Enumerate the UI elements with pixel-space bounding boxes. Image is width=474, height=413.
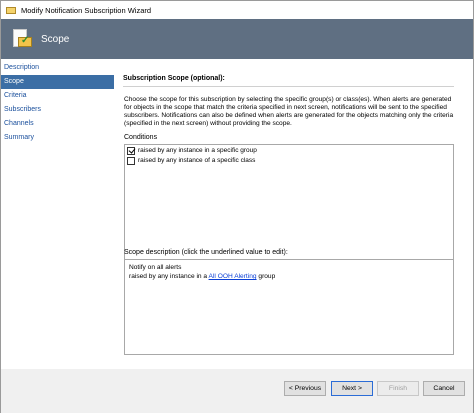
wizard-banner: ✓ Scope [1, 19, 473, 59]
scope-line-2: raised by any instance in a All OOH Aler… [129, 272, 449, 281]
wizard-steps-nav: Description Scope Criteria Subscribers C… [1, 59, 114, 369]
condition-class-checkbox[interactable] [127, 156, 135, 165]
nav-item-channels[interactable]: Channels [1, 117, 114, 131]
scope-group-link[interactable]: All OOH Alerting [209, 273, 257, 280]
condition-group-label: raised by any instance in a specific gro… [138, 147, 257, 154]
scope-line-2-prefix: raised by any instance in a [129, 273, 208, 280]
nav-item-criteria[interactable]: Criteria [1, 89, 114, 103]
nav-item-description[interactable]: Description [1, 61, 114, 75]
condition-row-class[interactable]: raised by any instance of a specific cla… [127, 156, 453, 165]
nav-item-subscribers[interactable]: Subscribers [1, 103, 114, 117]
wizard-footer: < Previous Next > Finish Cancel [1, 369, 473, 413]
cancel-button[interactable]: Cancel [423, 381, 465, 396]
main-content: Subscription Scope (optional): Choose th… [114, 59, 473, 369]
scope-description-label: Scope description (click the underlined … [124, 249, 288, 256]
scope-description-box: Notify on all alerts raised by any insta… [124, 259, 454, 355]
window-title: Modify Notification Subscription Wizard [21, 5, 152, 15]
scope-description-text: Choose the scope for this subscription b… [124, 96, 454, 127]
section-divider [123, 86, 454, 87]
scope-line-2-suffix: group [258, 273, 276, 280]
nav-item-scope[interactable]: Scope [1, 75, 114, 89]
next-button[interactable]: Next > [331, 381, 373, 396]
section-title: Subscription Scope (optional): [123, 75, 225, 82]
nav-item-summary[interactable]: Summary [1, 131, 114, 145]
condition-group-checkbox[interactable] [127, 146, 135, 155]
condition-row-group[interactable]: raised by any instance in a specific gro… [127, 146, 453, 155]
notification-wizard-icon: ✓ [9, 27, 33, 51]
condition-class-label: raised by any instance of a specific cla… [138, 157, 256, 164]
wizard-window: Modify Notification Subscription Wizard … [0, 0, 474, 413]
finish-button[interactable]: Finish [377, 381, 419, 396]
envelope-icon [6, 5, 16, 15]
page-heading: Scope [41, 33, 70, 45]
previous-button[interactable]: < Previous [284, 381, 326, 396]
scope-line-1: Notify on all alerts [129, 264, 182, 271]
conditions-label: Conditions [124, 134, 158, 141]
title-bar: Modify Notification Subscription Wizard [1, 1, 473, 19]
